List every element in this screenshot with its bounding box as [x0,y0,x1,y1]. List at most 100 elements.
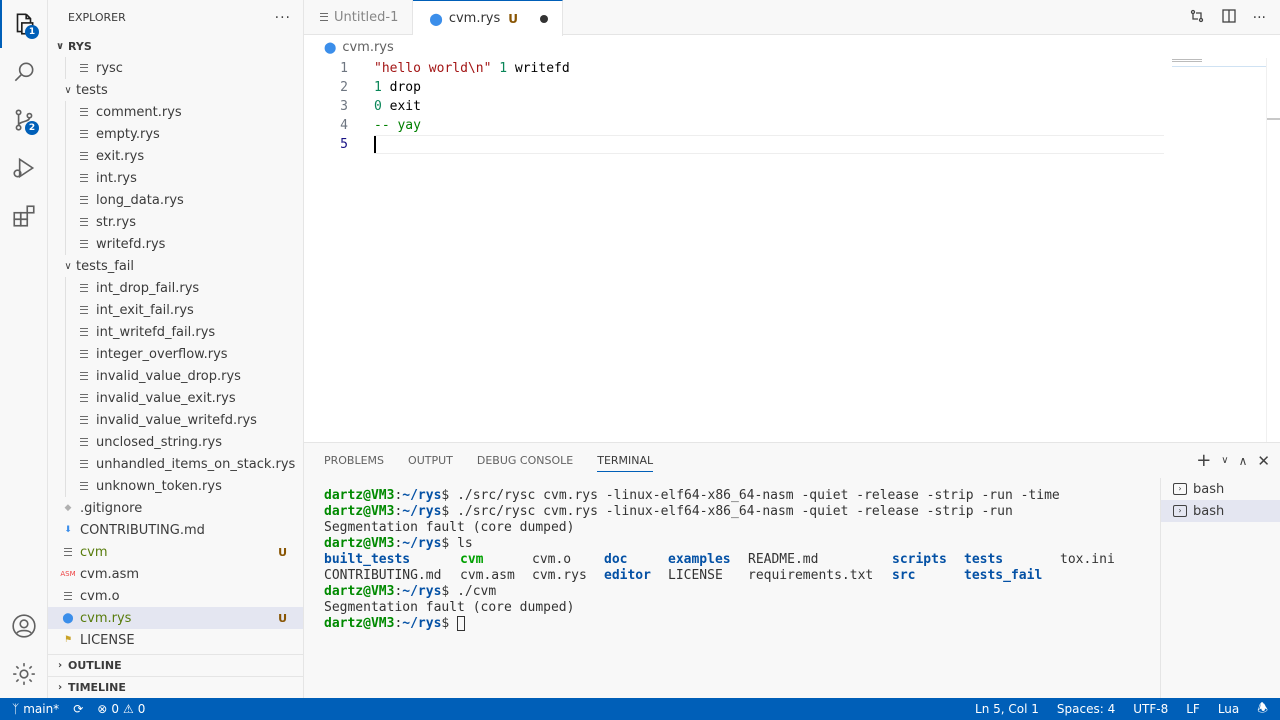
search-icon[interactable] [0,48,48,96]
file-row[interactable]: ⬇ CONTRIBUTING.md [48,519,303,541]
encoding[interactable]: UTF-8 [1133,702,1168,716]
file-row[interactable]: unclosed_string.rys [48,431,303,453]
breadcrumb[interactable]: ⬤ cvm.rys [304,36,1280,58]
end-of-line[interactable]: LF [1186,702,1200,716]
tab-debug-console[interactable]: DEBUG CONSOLE [477,443,573,478]
unsaved-dot-icon[interactable] [540,14,549,23]
ls-entry: scripts [892,552,947,567]
file-row[interactable]: comment.rys [48,101,303,123]
code-text: "hello world\n" 1 writefd [374,61,570,76]
file-row[interactable]: int_writefd_fail.rys [48,321,303,343]
file-row[interactable]: long_data.rys [48,189,303,211]
chevron-down-icon[interactable]: ∨ [1221,455,1228,466]
cursor-position[interactable]: Ln 5, Col 1 [975,702,1039,716]
file-row[interactable]: ⬤ cvm.rys U [48,607,303,629]
close-panel-icon[interactable]: ✕ [1257,452,1270,470]
tab-output[interactable]: OUTPUT [408,443,453,478]
file-tree: rysc ∨ tests comment.rys empty.rys exit.rys in… [48,57,303,651]
asm-file-icon: ASM [60,570,76,578]
folder-row[interactable]: ∨ tests_fail [48,255,303,277]
tab-terminal[interactable]: TERMINAL [597,443,653,478]
file-row[interactable]: invalid_value_exit.rys [48,387,303,409]
warning-count: 0 [137,702,146,716]
maximize-panel-icon[interactable]: ∧ [1239,454,1248,468]
file-name: .gitignore [80,500,143,516]
file-row[interactable]: int_drop_fail.rys [48,277,303,299]
file-row[interactable]: ⚑ LICENSE [48,629,303,651]
sync-icon[interactable]: ⟳ [73,702,83,716]
prompt-end: $ [441,536,458,551]
warning-icon: ⚠ [122,702,134,716]
terminal-output[interactable]: dartz@VM3:~/rys$ ./src/rysc cvm.rys -lin… [324,488,1156,632]
error-count: 0 [111,702,119,716]
file-row[interactable]: cvm.o [48,585,303,607]
code-line[interactable]: 1 "hello world\n" 1 writefd [304,59,1164,78]
run-debug-icon[interactable] [0,144,48,192]
problems-status[interactable]: ⊗ 0 ⚠ 0 [97,702,145,716]
file-row[interactable]: ASM cvm.asm [48,563,303,585]
terminal-instance[interactable]: › bash [1161,500,1280,522]
source-control-icon[interactable]: 2 [0,96,48,144]
settings-gear-icon[interactable] [0,650,48,698]
workspace-root[interactable]: ∨ RYS [48,35,303,57]
new-terminal-icon[interactable]: + [1196,450,1211,471]
indent-guide [65,211,66,233]
outline-section[interactable]: › OUTLINE [48,654,303,676]
editor-scrollbar[interactable] [1266,58,1280,442]
file-row[interactable]: rysc [48,57,303,79]
file-row[interactable]: int.rys [48,167,303,189]
indent-guide [65,101,66,123]
notifications-bell-icon[interactable]: 🕭 [1257,699,1268,720]
minimap[interactable] [1172,58,1202,64]
file-row[interactable]: str.rys [48,211,303,233]
code-token: writefd [507,61,570,76]
account-icon[interactable] [0,602,48,650]
editor-tabs: Untitled-1 ⬤ cvm.rys U ··· [304,0,1280,36]
code-editor[interactable]: 1 "hello world\n" 1 writefd 2 1 drop 3 0 exit… [304,58,1280,442]
explorer-icon[interactable]: 1 [0,0,48,48]
folder-row[interactable]: ∨ tests [48,79,303,101]
file-row[interactable]: integer_overflow.rys [48,343,303,365]
status-bar: ᛉ main* ⟳ ⊗ 0 ⚠ 0 Ln 5, Col 1 Spaces: 4 … [0,698,1280,720]
extensions-icon[interactable] [0,192,48,240]
file-row[interactable]: unknown_token.rys [48,475,303,497]
prompt-user: dartz@VM3 [324,616,395,631]
terminal-line: dartz@VM3:~/rys$ ./cvm [324,584,1156,600]
timeline-section[interactable]: › TIMELINE [48,676,303,698]
indent-guide [65,387,66,409]
file-row[interactable]: empty.rys [48,123,303,145]
terminal-cursor [457,616,466,631]
file-name: LICENSE [80,632,135,648]
indent-guide [65,343,66,365]
code-line[interactable]: 2 1 drop [304,78,1164,97]
file-row[interactable]: unhandled_items_on_stack.rys [48,453,303,475]
file-row[interactable]: invalid_value_writefd.rys [48,409,303,431]
indent-guide [65,365,66,387]
indent-guide [65,189,66,211]
lines-file-icon [76,192,92,208]
lines-file-icon [60,544,76,560]
file-row[interactable]: invalid_value_drop.rys [48,365,303,387]
tab-cvm-rys[interactable]: ⬤ cvm.rys U [413,0,564,36]
language-mode[interactable]: Lua [1218,702,1239,716]
tab-problems[interactable]: PROBLEMS [324,443,384,478]
file-row[interactable]: exit.rys [48,145,303,167]
indent-guide [65,57,66,79]
tab-untitled-1[interactable]: Untitled-1 [304,0,414,35]
breadcrumb-file[interactable]: cvm.rys [342,40,393,55]
code-line[interactable]: 5 [304,135,1164,154]
file-row[interactable]: ◆ .gitignore [48,497,303,519]
more-actions-icon[interactable]: ··· [275,10,291,26]
file-row[interactable]: int_exit_fail.rys [48,299,303,321]
compare-changes-icon[interactable] [1189,8,1205,28]
code-line[interactable]: 4 -- yay [304,116,1164,135]
file-row[interactable]: cvm U [48,541,303,563]
split-editor-icon[interactable] [1221,8,1237,28]
branch-icon: ᛉ [12,702,20,716]
indentation[interactable]: Spaces: 4 [1057,702,1115,716]
terminal-instance[interactable]: › bash [1161,478,1280,500]
more-actions-icon[interactable]: ··· [1253,10,1266,26]
git-branch[interactable]: ᛉ main* [12,702,59,716]
file-row[interactable]: writefd.rys [48,233,303,255]
code-line[interactable]: 3 0 exit [304,97,1164,116]
